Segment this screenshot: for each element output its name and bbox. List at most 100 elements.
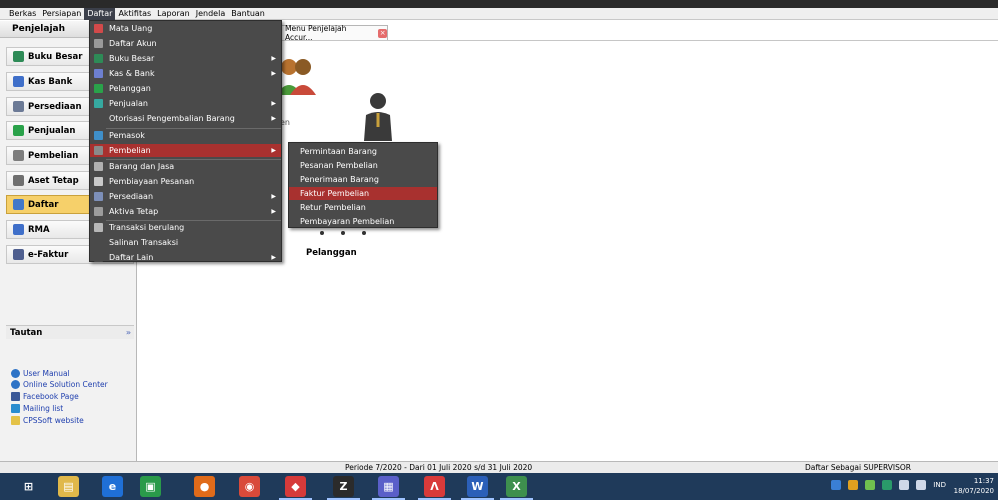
tray-app-icon[interactable] — [831, 480, 842, 490]
nav-label: Persediaan — [28, 101, 82, 112]
anydesk-icon[interactable]: Λ — [418, 476, 451, 500]
chrome-icon[interactable]: ◉ — [239, 476, 260, 497]
dd-item-otorisasi-pengembalian-barang[interactable]: Otorisasi Pengembalian Barang ▶ — [90, 112, 281, 125]
word-icon[interactable]: W — [461, 476, 494, 500]
help-icon — [11, 380, 20, 389]
dd-item-barang-dan-jasa[interactable]: Barang dan Jasa — [90, 160, 281, 173]
submenu-faktur-pembelian[interactable]: Faktur Pembelian — [289, 187, 437, 200]
store-icon[interactable]: ▣ — [140, 476, 161, 497]
dd-item-label: Kas & Bank — [109, 69, 155, 78]
help-icon — [11, 369, 20, 378]
dd-item-pemasok[interactable]: Pemasok — [90, 129, 281, 142]
input-language[interactable]: IND — [933, 481, 946, 489]
menu-persiapan[interactable]: Persiapan — [39, 8, 84, 20]
menu-bantuan[interactable]: Bantuan — [228, 8, 268, 20]
link-facebook-page[interactable]: Facebook Page — [11, 392, 79, 401]
dd-item-label: Buku Besar — [109, 54, 155, 63]
dd-item-buku-besar[interactable]: Buku Besar ▶ — [90, 52, 281, 65]
cart-icon — [94, 146, 103, 155]
menu-berkas[interactable]: Berkas — [6, 8, 39, 20]
tray-wifi-icon[interactable] — [899, 480, 910, 490]
salesperson-icon — [364, 93, 392, 141]
daftar-dropdown-menu: Mata Uang Daftar Akun Buku Besar ▶ Kas & Ban… — [89, 20, 282, 262]
link-label: Mailing list — [23, 404, 64, 413]
dd-item-label: Pelanggan — [109, 84, 151, 93]
dd-item-kas-bank[interactable]: Kas & Bank ▶ — [90, 67, 281, 80]
tray-volume-icon[interactable] — [916, 480, 927, 490]
recurring-icon — [94, 223, 103, 232]
dd-item-mata-uang[interactable]: Mata Uang — [90, 22, 281, 35]
submenu-permintaan-barang[interactable]: Permintaan Barang — [289, 145, 437, 158]
link-mailing-list[interactable]: Mailing list — [11, 404, 63, 413]
dd-item-pembelian[interactable]: Pembelian ▶ — [90, 144, 281, 157]
tray-network-icon[interactable] — [865, 480, 876, 490]
menu-jendela[interactable]: Jendela — [193, 8, 228, 20]
clock-time: 11:37 — [973, 477, 994, 485]
dd-item-pelanggan[interactable]: Pelanggan — [90, 82, 281, 95]
nav-label: Kas Bank — [28, 76, 73, 87]
dd-item-label: Pemasok — [109, 131, 145, 140]
menu-aktifitas[interactable]: Aktifitas — [115, 8, 154, 20]
dd-item-pembiayaan-pesanan[interactable]: Pembiayaan Pesanan — [90, 175, 281, 188]
nav-label: Penjualan — [28, 125, 76, 136]
accounts-icon — [94, 39, 103, 48]
customer-icon — [94, 84, 103, 93]
nav-label: Buku Besar — [28, 51, 83, 62]
dd-item-label: Penjualan — [109, 99, 148, 108]
excel-icon[interactable]: X — [500, 476, 533, 500]
file-explorer-icon[interactable]: ▤ — [58, 476, 79, 497]
submenu-pembayaran-pembelian[interactable]: Pembayaran Pembelian — [289, 215, 437, 228]
dd-item-daftar-akun[interactable]: Daftar Akun — [90, 37, 281, 50]
accurate-icon[interactable]: ▦ — [372, 476, 405, 500]
dd-item-label: Daftar Lain — [109, 253, 154, 262]
submenu-retur-pembelian[interactable]: Retur Pembelian — [289, 201, 437, 214]
goods-icon — [94, 162, 103, 171]
tray-drive-icon[interactable] — [882, 480, 893, 490]
nav-label: Pembelian — [28, 150, 79, 161]
dd-item-aktiva-tetap[interactable]: Aktiva Tetap ▶ — [90, 205, 281, 218]
supplier-icon — [94, 131, 103, 140]
submenu-arrow-icon: ▶ — [271, 147, 276, 154]
app-red-icon[interactable]: ◆ — [279, 476, 312, 500]
firefox-icon[interactable]: ● — [194, 476, 215, 497]
inventory-icon — [13, 101, 24, 112]
clock[interactable]: 11:37 18/07/2020 — [954, 476, 994, 496]
edge-icon[interactable]: e — [102, 476, 123, 497]
start-icon[interactable]: ⊞ — [18, 476, 39, 497]
dd-item-label: Mata Uang — [109, 24, 153, 33]
menu-daftar[interactable]: Daftar — [84, 7, 116, 20]
cash-bank-icon — [13, 76, 24, 87]
house-icon — [13, 175, 24, 186]
links-section-title[interactable]: Tautan » — [6, 325, 134, 339]
customer-label[interactable]: Pelanggan — [306, 248, 357, 258]
dd-item-label: Pembelian — [109, 146, 151, 155]
facebook-icon — [11, 392, 20, 401]
tab-explorer-menu[interactable]: Menu Penjelajah Accur... × — [276, 24, 388, 42]
collapse-chevron-icon[interactable]: » — [126, 328, 134, 337]
tab-close-icon[interactable]: × — [378, 28, 387, 38]
dd-item-salinan-transaksi[interactable]: Salinan Transaksi — [90, 236, 281, 249]
zoom-z-icon[interactable]: Z — [327, 476, 360, 500]
ledger-icon — [13, 51, 24, 62]
submenu-arrow-icon: ▶ — [271, 70, 276, 77]
mailing-icon — [11, 404, 20, 413]
status-period: Periode 7/2020 - Dari 01 Juli 2020 s/d 3… — [345, 463, 533, 472]
link-cpssoft-website[interactable]: CPSSoft website — [11, 416, 84, 425]
dd-item-daftar-lain[interactable]: Daftar Lain ▶ — [90, 251, 281, 264]
sales-icon — [13, 125, 24, 136]
dd-item-transaksi-berulang[interactable]: Transaksi berulang — [90, 221, 281, 234]
tray-alert-icon[interactable] — [848, 480, 859, 490]
ledger-icon — [94, 54, 103, 63]
dd-item-persediaan[interactable]: Persediaan ▶ — [90, 190, 281, 203]
submenu-pesanan-pembelian[interactable]: Pesanan Pembelian — [289, 159, 437, 172]
link-online-solution-center[interactable]: Online Solution Center — [11, 380, 108, 389]
dd-item-label: Salinan Transaksi — [109, 238, 179, 247]
links-title-text: Tautan — [10, 327, 43, 338]
invoice-icon — [13, 249, 24, 260]
dd-item-penjualan[interactable]: Penjualan ▶ — [90, 97, 281, 110]
submenu-penerimaan-barang[interactable]: Penerimaan Barang — [289, 173, 437, 186]
menu-separator — [106, 159, 281, 160]
link-user-manual[interactable]: User Manual — [11, 369, 70, 378]
inventory-icon — [94, 192, 103, 201]
menu-laporan[interactable]: Laporan — [154, 8, 193, 20]
